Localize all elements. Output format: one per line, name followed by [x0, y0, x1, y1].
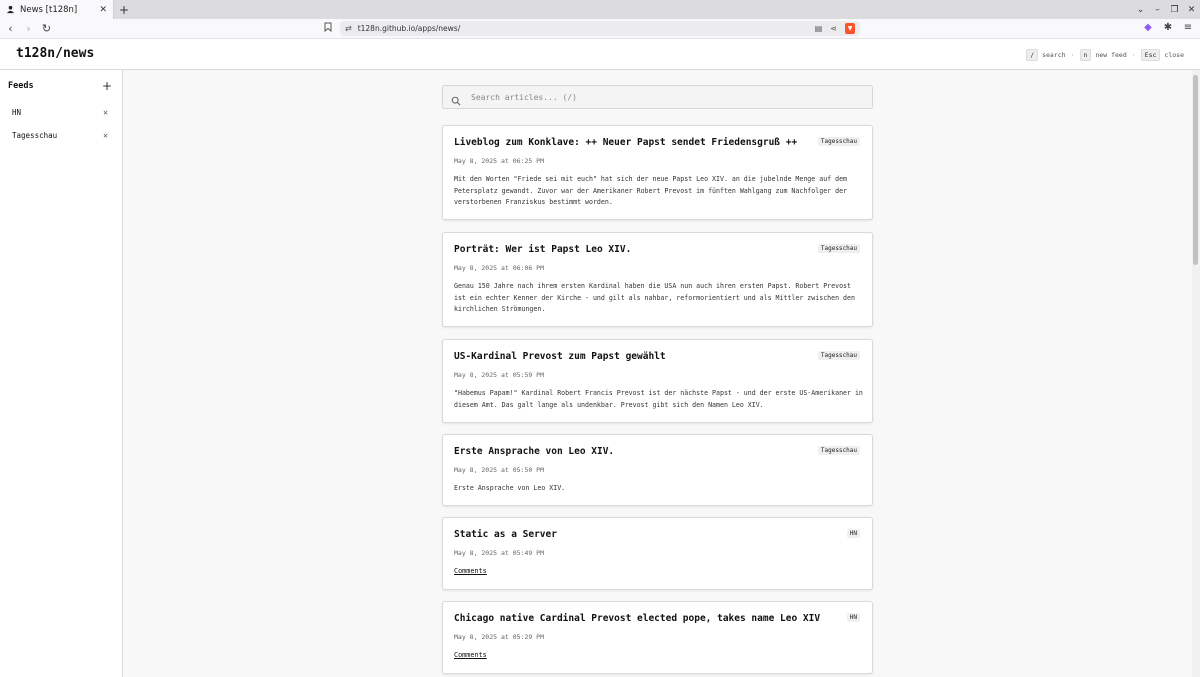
url-text: t128n.github.io/apps/news/	[357, 24, 461, 33]
reader-mode-icon[interactable]: ▤	[815, 24, 823, 33]
brave-shields-icon[interactable]: ▼	[845, 23, 855, 34]
article-date: May 8, 2025 at 05:29 PM	[454, 633, 545, 641]
scrollbar-thumb[interactable]	[1193, 75, 1198, 265]
leo-ai-icon[interactable]: ◆	[1142, 22, 1154, 33]
shortcut-label-new-feed: new feed	[1095, 51, 1127, 59]
sidebar-item-tagesschau[interactable]: Tagesschau ✕	[12, 131, 108, 140]
article-title[interactable]: Chicago native Cardinal Prevost elected …	[454, 613, 820, 624]
site-favicon-icon	[6, 5, 15, 14]
address-bar[interactable]: ⇄ t128n.github.io/apps/news/ ▤ ⋖ ▼	[340, 21, 860, 36]
toolbar-actions: ◆ ✱ ≡	[1142, 22, 1194, 33]
source-badge: Tagesschau	[817, 351, 860, 360]
shortcut-label-close: close	[1164, 51, 1184, 59]
menu-icon[interactable]: ≡	[1182, 22, 1194, 33]
article-description: Mit den Worten "Friede sei mit euch" hat…	[454, 175, 848, 206]
forward-icon[interactable]: ›	[21, 22, 36, 35]
article-title[interactable]: Erste Ansprache von Leo XIV.	[454, 446, 814, 457]
window-controls: ⌄ – ❐ ✕	[1132, 0, 1200, 19]
app-header: t128n/news / search · n new feed · Esc c…	[0, 39, 1200, 70]
article-description: Erste Ansprache von Leo XIV.	[454, 484, 566, 492]
shortcut-label-search: search	[1042, 51, 1066, 59]
browser-toolbar: ‹ › ↻ ⇄ t128n.github.io/apps/news/ ▤ ⋖ ▼…	[0, 19, 1200, 39]
back-icon[interactable]: ‹	[3, 22, 18, 35]
keyboard-shortcuts: / search · n new feed · Esc close	[1026, 49, 1184, 61]
article-title[interactable]: Liveblog zum Konklave: ++ Neuer Papst se…	[454, 137, 814, 148]
article-title[interactable]: Static as a Server	[454, 529, 814, 540]
close-tab-icon[interactable]: ✕	[99, 5, 107, 15]
remove-feed-icon[interactable]: ✕	[103, 131, 108, 140]
article-description: "Habemus Papam!" Kardinal Robert Francis…	[454, 389, 863, 409]
article-card[interactable]: Liveblog zum Konklave: ++ Neuer Papst se…	[442, 125, 873, 220]
extensions-icon[interactable]: ✱	[1162, 22, 1174, 33]
add-feed-icon[interactable]: +	[102, 80, 112, 92]
bookmark-icon[interactable]	[324, 22, 332, 35]
source-badge: Tagesschau	[817, 244, 860, 253]
feed-label: Tagesschau	[12, 131, 58, 140]
tab-list-icon[interactable]: ⌄	[1132, 5, 1149, 15]
minimize-icon[interactable]: –	[1149, 5, 1166, 15]
restore-icon[interactable]: ❐	[1166, 5, 1183, 15]
search-icon	[451, 91, 463, 106]
article-card[interactable]: Static as a Server HN May 8, 2025 at 05:…	[442, 517, 873, 590]
article-title[interactable]: Porträt: Wer ist Papst Leo XIV.	[454, 244, 814, 255]
sidebar-header: Feeds +	[8, 80, 112, 92]
shortcut-key-new-feed: n	[1079, 49, 1092, 61]
source-badge: HN	[846, 529, 860, 538]
search-box	[442, 85, 873, 109]
feeds-sidebar: Feeds + HN ✕ Tagesschau ✕	[0, 70, 123, 677]
source-badge: Tagesschau	[817, 446, 860, 455]
article-card[interactable]: US-Kardinal Prevost zum Papst gewählt Ta…	[442, 339, 873, 423]
sidebar-item-hn[interactable]: HN ✕	[12, 108, 108, 117]
article-card[interactable]: Porträt: Wer ist Papst Leo XIV. Tagessch…	[442, 232, 873, 327]
reload-icon[interactable]: ↻	[39, 22, 54, 35]
article-date: May 8, 2025 at 05:49 PM	[454, 549, 545, 557]
comments-link[interactable]: Comments	[454, 651, 487, 659]
article-card[interactable]: Chicago native Cardinal Prevost elected …	[442, 601, 873, 674]
article-card[interactable]: Erste Ansprache von Leo XIV. Tagesschau …	[442, 434, 873, 506]
article-date: May 8, 2025 at 06:25 PM	[454, 157, 545, 165]
site-info-icon[interactable]: ⇄	[345, 24, 352, 33]
sidebar-title: Feeds	[8, 81, 34, 91]
shortcut-key-close: Esc	[1140, 49, 1161, 61]
window-close-icon[interactable]: ✕	[1183, 5, 1200, 15]
article-date: May 8, 2025 at 05:59 PM	[454, 371, 545, 379]
article-date: May 8, 2025 at 06:06 PM	[454, 264, 545, 272]
app-title: t128n/news	[16, 46, 95, 61]
new-tab-icon[interactable]: +	[114, 0, 134, 19]
source-badge: Tagesschau	[817, 137, 860, 146]
share-icon[interactable]: ⋖	[830, 24, 837, 33]
article-title[interactable]: US-Kardinal Prevost zum Papst gewählt	[454, 351, 814, 362]
browser-tabstrip: News [t128n] ✕ + ⌄ – ❐ ✕	[0, 0, 1200, 19]
search-input[interactable]	[469, 91, 864, 103]
comments-link[interactable]: Comments	[454, 567, 487, 575]
article-description: Genau 150 Jahre nach ihrem ersten Kardin…	[454, 282, 855, 313]
shortcut-key-search: /	[1026, 49, 1039, 61]
remove-feed-icon[interactable]: ✕	[103, 108, 108, 117]
article-date: May 8, 2025 at 05:50 PM	[454, 466, 545, 474]
source-badge: HN	[846, 613, 860, 622]
feed-label: HN	[12, 108, 22, 117]
browser-tab-title: News [t128n]	[20, 4, 78, 15]
browser-tab[interactable]: News [t128n] ✕	[0, 0, 114, 19]
